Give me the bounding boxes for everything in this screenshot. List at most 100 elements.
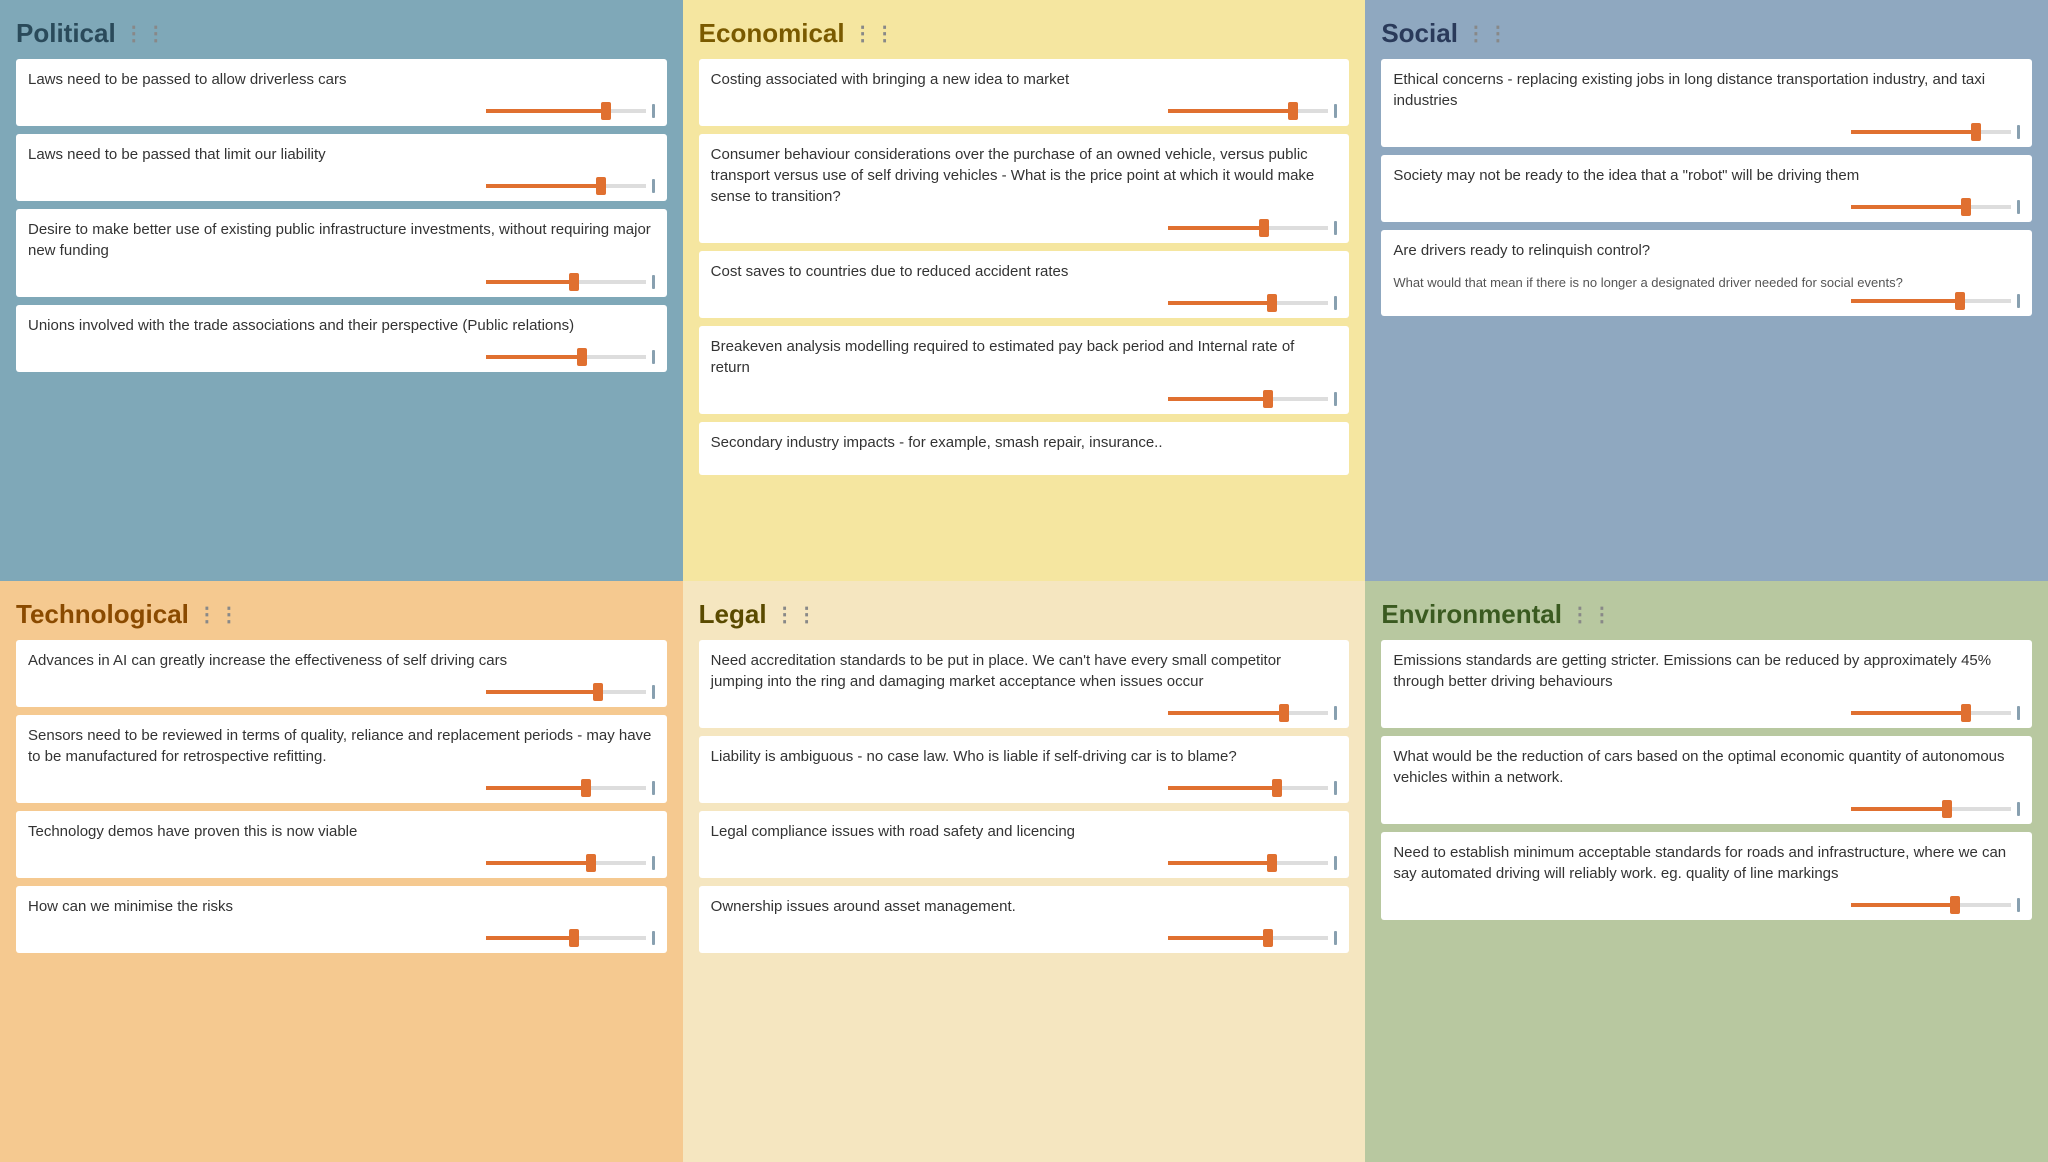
slider-handle[interactable] <box>1259 219 1269 237</box>
section-dots-environmental[interactable]: ⋮⋮ <box>1570 602 1614 627</box>
slider-track[interactable] <box>486 109 646 113</box>
slider-track[interactable] <box>1168 861 1328 865</box>
card[interactable]: Breakeven analysis modelling required to… <box>699 326 1350 414</box>
slider-track[interactable] <box>486 184 646 188</box>
slider-container[interactable] <box>28 685 655 699</box>
section-legal: Legal⋮⋮Need accreditation standards to b… <box>683 581 1366 1162</box>
slider-track[interactable] <box>1168 301 1328 305</box>
slider-handle[interactable] <box>569 273 579 291</box>
slider-track[interactable] <box>1168 936 1328 940</box>
slider-track[interactable] <box>486 786 646 790</box>
slider-handle[interactable] <box>1961 198 1971 216</box>
slider-handle[interactable] <box>1263 390 1273 408</box>
card[interactable]: Technology demos have proven this is now… <box>16 811 667 878</box>
card[interactable]: Society may not be ready to the idea tha… <box>1381 155 2032 222</box>
card[interactable]: Ethical concerns - replacing existing jo… <box>1381 59 2032 147</box>
slider-track[interactable] <box>1851 711 2011 715</box>
slider-container[interactable] <box>711 392 1338 406</box>
slider-handle[interactable] <box>569 929 579 947</box>
slider-handle[interactable] <box>1267 854 1277 872</box>
slider-container[interactable] <box>1393 802 2020 816</box>
card-text: Technology demos have proven this is now… <box>28 821 655 842</box>
slider-end-mark <box>2017 294 2020 308</box>
slider-container[interactable] <box>28 275 655 289</box>
slider-container[interactable] <box>1393 898 2020 912</box>
slider-track[interactable] <box>486 280 646 284</box>
slider-track[interactable] <box>486 936 646 940</box>
section-dots-social[interactable]: ⋮⋮ <box>1466 21 1510 46</box>
slider-handle[interactable] <box>601 102 611 120</box>
card[interactable]: Secondary industry impacts - for example… <box>699 422 1350 475</box>
slider-track[interactable] <box>486 690 646 694</box>
card[interactable]: What would be the reduction of cars base… <box>1381 736 2032 824</box>
slider-handle[interactable] <box>1267 294 1277 312</box>
slider-track[interactable] <box>1851 130 2011 134</box>
slider-track[interactable] <box>1851 903 2011 907</box>
section-dots-technological[interactable]: ⋮⋮ <box>197 602 241 627</box>
slider-fill <box>486 355 582 359</box>
slider-container[interactable] <box>28 931 655 945</box>
card[interactable]: Desire to make better use of existing pu… <box>16 209 667 297</box>
slider-handle[interactable] <box>581 779 591 797</box>
slider-handle[interactable] <box>1955 292 1965 310</box>
section-dots-legal[interactable]: ⋮⋮ <box>775 602 819 627</box>
slider-container[interactable] <box>711 296 1338 310</box>
slider-track[interactable] <box>486 861 646 865</box>
card[interactable]: Unions involved with the trade associati… <box>16 305 667 372</box>
card[interactable]: Costing associated with bringing a new i… <box>699 59 1350 126</box>
slider-track[interactable] <box>1168 109 1328 113</box>
card[interactable]: Ownership issues around asset management… <box>699 886 1350 953</box>
slider-track[interactable] <box>1851 807 2011 811</box>
slider-container[interactable] <box>1393 294 2020 308</box>
slider-handle[interactable] <box>1263 929 1273 947</box>
card[interactable]: Emissions standards are getting stricter… <box>1381 640 2032 728</box>
slider-handle[interactable] <box>593 683 603 701</box>
slider-container[interactable] <box>1393 125 2020 139</box>
slider-track[interactable] <box>1168 786 1328 790</box>
slider-handle[interactable] <box>577 348 587 366</box>
slider-handle[interactable] <box>1950 896 1960 914</box>
card[interactable]: Are drivers ready to relinquish control?… <box>1381 230 2032 316</box>
card[interactable]: Sensors need to be reviewed in terms of … <box>16 715 667 803</box>
slider-track[interactable] <box>486 355 646 359</box>
card[interactable]: Advances in AI can greatly increase the … <box>16 640 667 707</box>
slider-handle[interactable] <box>586 854 596 872</box>
card[interactable]: Consumer behaviour considerations over t… <box>699 134 1350 243</box>
slider-container[interactable] <box>711 104 1338 118</box>
slider-track[interactable] <box>1168 397 1328 401</box>
slider-container[interactable] <box>28 104 655 118</box>
slider-handle[interactable] <box>1942 800 1952 818</box>
card[interactable]: Laws need to be passed that limit our li… <box>16 134 667 201</box>
slider-track[interactable] <box>1168 226 1328 230</box>
slider-container[interactable] <box>711 856 1338 870</box>
card[interactable]: Need to establish minimum acceptable sta… <box>1381 832 2032 920</box>
slider-handle[interactable] <box>1272 779 1282 797</box>
slider-container[interactable] <box>28 781 655 795</box>
slider-handle[interactable] <box>1961 704 1971 722</box>
card[interactable]: Laws need to be passed to allow driverle… <box>16 59 667 126</box>
slider-track[interactable] <box>1168 711 1328 715</box>
slider-container[interactable] <box>711 781 1338 795</box>
slider-container[interactable] <box>28 856 655 870</box>
slider-handle[interactable] <box>1279 704 1289 722</box>
slider-handle[interactable] <box>596 177 606 195</box>
slider-container[interactable] <box>28 350 655 364</box>
slider-container[interactable] <box>1393 706 2020 720</box>
card[interactable]: Liability is ambiguous - no case law. Wh… <box>699 736 1350 803</box>
slider-container[interactable] <box>711 221 1338 235</box>
slider-end-mark <box>652 179 655 193</box>
card[interactable]: How can we minimise the risks <box>16 886 667 953</box>
section-dots-economical[interactable]: ⋮⋮ <box>853 21 897 46</box>
slider-container[interactable] <box>711 931 1338 945</box>
card[interactable]: Cost saves to countries due to reduced a… <box>699 251 1350 318</box>
section-dots-political[interactable]: ⋮⋮ <box>124 21 168 46</box>
slider-track[interactable] <box>1851 205 2011 209</box>
slider-container[interactable] <box>1393 200 2020 214</box>
card[interactable]: Need accreditation standards to be put i… <box>699 640 1350 728</box>
slider-container[interactable] <box>28 179 655 193</box>
slider-track[interactable] <box>1851 299 2011 303</box>
card[interactable]: Legal compliance issues with road safety… <box>699 811 1350 878</box>
slider-handle[interactable] <box>1288 102 1298 120</box>
slider-handle[interactable] <box>1971 123 1981 141</box>
slider-container[interactable] <box>711 706 1338 720</box>
